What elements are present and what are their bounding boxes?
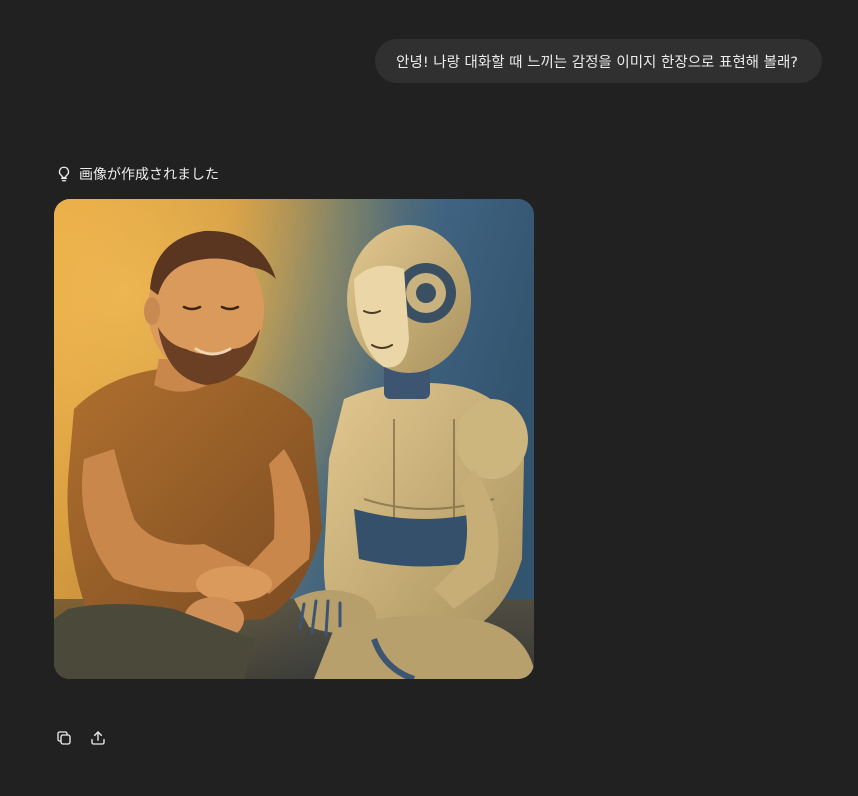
user-message-text: 안녕! 나랑 대화할 때 느끼는 감정을 이미지 한장으로 표현해 볼래?	[396, 54, 798, 71]
image-created-status: 画像が作成されました	[55, 164, 219, 184]
status-text: 画像が作成されました	[79, 167, 219, 183]
copy-icon	[55, 729, 73, 751]
share-upload-icon	[89, 729, 107, 751]
generated-image[interactable]	[54, 199, 534, 679]
user-message-bubble: 안녕! 나랑 대화할 때 느끼는 감정을 이미지 한장으로 표현해 볼래?	[375, 39, 822, 83]
share-button[interactable]	[88, 730, 108, 750]
lightbulb-icon	[55, 165, 73, 183]
message-actions	[54, 730, 108, 750]
chat-page: 안녕! 나랑 대화할 때 느끼는 감정을 이미지 한장으로 표현해 볼래? 画像…	[0, 0, 858, 796]
copy-button[interactable]	[54, 730, 74, 750]
